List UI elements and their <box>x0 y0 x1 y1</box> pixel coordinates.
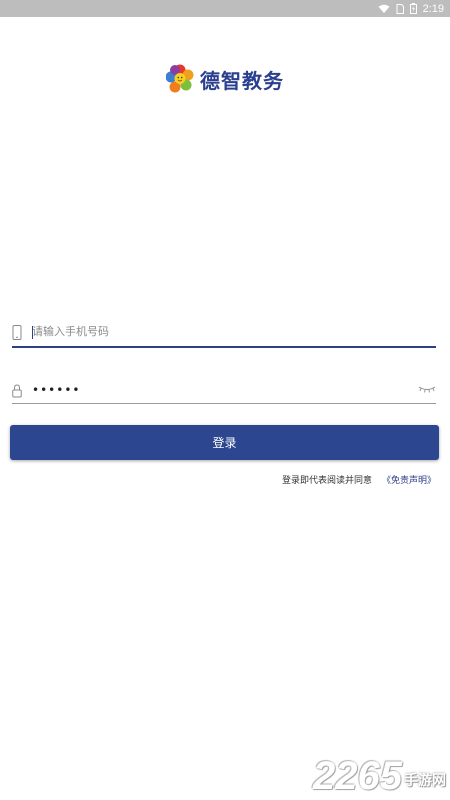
watermark-text: 手游网 <box>404 773 446 789</box>
wifi-icon <box>378 4 390 13</box>
flower-logo-icon <box>166 64 194 93</box>
status-icons: 2:19 <box>378 0 444 17</box>
phone-input[interactable] <box>32 325 412 338</box>
disclaimer-link[interactable]: 《免责声明》 <box>382 473 436 486</box>
eye-closed-icon[interactable] <box>418 385 436 393</box>
battery-icon <box>409 3 417 14</box>
password-field[interactable] <box>12 381 436 404</box>
text-cursor <box>32 326 33 339</box>
phone-field[interactable] <box>12 322 436 348</box>
app-logo: 德智教务 <box>0 64 450 94</box>
status-bar: 2:19 <box>0 0 450 17</box>
agreement-row: 登录即代表阅读并同意 《免责声明》 <box>282 473 436 486</box>
sim-card-icon <box>396 3 404 14</box>
app-name: 德智教务 <box>200 68 284 93</box>
login-button[interactable]: 登录 <box>10 425 439 460</box>
phone-icon <box>12 325 22 340</box>
lock-icon <box>12 384 22 398</box>
password-input[interactable] <box>32 383 392 397</box>
agreement-text: 登录即代表阅读并同意 <box>281 476 372 486</box>
status-time: 2:19 <box>422 2 444 15</box>
watermark-number: 2265 <box>313 754 402 798</box>
site-watermark: 2265 手游网 <box>313 756 446 796</box>
